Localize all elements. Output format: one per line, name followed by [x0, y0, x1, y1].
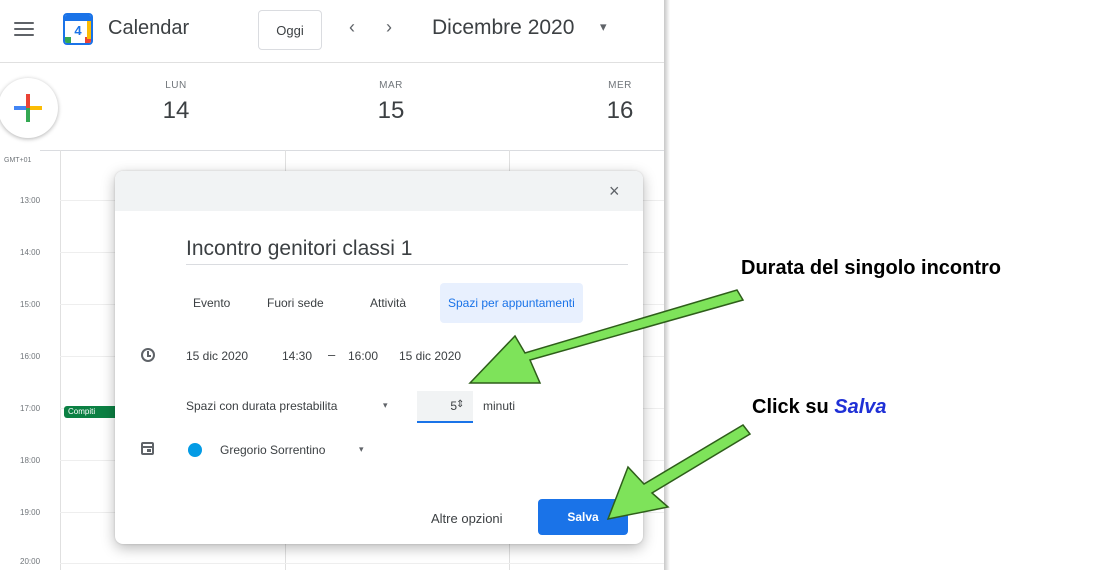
duration-input[interactable]: 5: [417, 391, 473, 423]
month-title: Dicembre 2020: [432, 16, 575, 39]
stepper-icon[interactable]: ⇕: [456, 399, 464, 410]
clock-icon: [141, 348, 155, 362]
chevron-left-icon[interactable]: ‹: [349, 17, 355, 38]
grid-hour-line: [60, 563, 664, 564]
day-name: LUN: [165, 80, 187, 91]
time-range-dash: –: [328, 347, 336, 362]
grid-column-line: [60, 150, 61, 570]
save-button[interactable]: Salva: [538, 499, 628, 535]
appointment-dialog: × Incontro genitori classi 1 Evento Fuor…: [115, 171, 643, 544]
tab-spazi-per-appuntamenti[interactable]: Spazi per appuntamenti: [440, 283, 583, 323]
day-number: 16: [606, 97, 634, 124]
main-menu-icon[interactable]: [14, 22, 34, 38]
callout-save-prefix: Click su: [752, 396, 835, 418]
grid-header-divider: [40, 150, 664, 151]
slot-mode-select[interactable]: Spazi con durata prestabilita: [186, 399, 337, 413]
timezone-label: GMT+01: [4, 157, 32, 164]
hour-label: 14:00: [20, 248, 41, 257]
create-button[interactable]: [0, 78, 58, 138]
calendar-logo-icon: 4: [63, 13, 93, 45]
callout-save-emphasis: Salva: [834, 396, 887, 418]
hour-label: 13:00: [20, 196, 41, 205]
chevron-down-icon[interactable]: ▾: [359, 444, 364, 455]
day-number: 15: [377, 97, 405, 124]
end-date[interactable]: 15 dic 2020: [399, 349, 461, 363]
calendar-color-dot: [188, 443, 202, 457]
screenshot-stage: 4 Calendar Oggi ‹ › Dicembre 2020 ▾ LUN …: [0, 0, 1114, 570]
callout-duration: Durata del singolo incontro: [741, 257, 1002, 279]
day-number: 14: [162, 97, 190, 124]
day-header-tuesday[interactable]: MAR 15: [331, 80, 451, 125]
window-edge-shadow: [664, 0, 670, 570]
callout-save: Click su Salva: [752, 396, 887, 419]
tab-fuori-sede[interactable]: Fuori sede: [267, 283, 324, 323]
day-name: MAR: [379, 80, 403, 91]
calendar-owner-select[interactable]: Gregorio Sorrentino: [220, 443, 325, 457]
more-options-button[interactable]: Altre opzioni: [431, 511, 503, 526]
day-header-wednesday[interactable]: MER 16: [560, 80, 664, 125]
hour-label: 19:00: [20, 508, 41, 517]
day-name: MER: [608, 80, 632, 91]
close-icon[interactable]: ×: [609, 181, 620, 202]
start-time[interactable]: 14:30: [282, 349, 312, 363]
event-chip[interactable]: Compiti: [64, 406, 120, 418]
hour-label: 15:00: [20, 300, 41, 309]
hour-label: 17:00: [20, 404, 41, 413]
hour-label: 20:00: [20, 557, 41, 566]
month-dropdown-icon[interactable]: ▾: [600, 19, 607, 35]
minutes-label: minuti: [483, 399, 516, 413]
calendar-window: 4 Calendar Oggi ‹ › Dicembre 2020 ▾ LUN …: [0, 0, 664, 570]
tab-attivita[interactable]: Attività: [370, 283, 406, 323]
day-header-monday[interactable]: LUN 14: [116, 80, 236, 125]
event-title-input[interactable]: Incontro genitori classi 1: [186, 229, 628, 265]
chevron-right-icon[interactable]: ›: [386, 17, 392, 38]
hour-label: 18:00: [20, 456, 41, 465]
dialog-drag-handle[interactable]: [115, 171, 643, 211]
start-date[interactable]: 15 dic 2020: [186, 349, 248, 363]
tab-evento[interactable]: Evento: [193, 283, 230, 323]
hour-label: 16:00: [20, 352, 41, 361]
chevron-down-icon[interactable]: ▾: [383, 400, 388, 411]
app-title: Calendar: [108, 17, 190, 39]
calendar-icon: [141, 442, 154, 455]
today-button[interactable]: Oggi: [258, 10, 322, 50]
end-time[interactable]: 16:00: [348, 349, 378, 363]
topbar-divider: [0, 62, 664, 63]
